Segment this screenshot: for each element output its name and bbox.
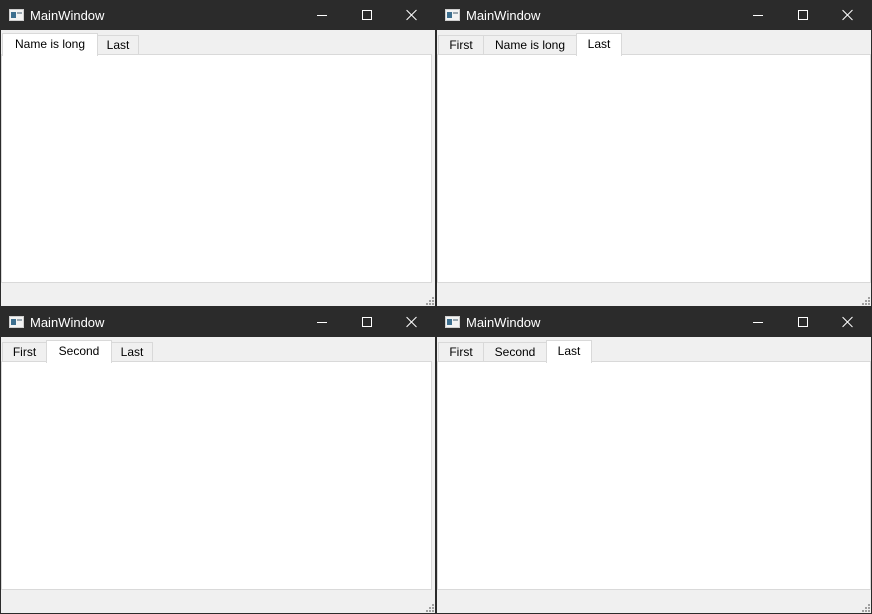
window-title: MainWindow	[30, 315, 105, 330]
tab-second[interactable]: Second	[46, 340, 112, 363]
close-icon	[406, 316, 418, 328]
client-area: First Second Last	[437, 337, 871, 613]
window-title: MainWindow	[30, 8, 105, 23]
app-window-icon	[445, 9, 460, 21]
tab-second[interactable]: Second	[483, 342, 547, 362]
tab-first[interactable]: First	[438, 342, 484, 362]
title-bar[interactable]: MainWindow	[436, 307, 872, 337]
tab-content-pane	[437, 361, 871, 590]
client-area: Name is long Last	[1, 30, 435, 306]
maximize-icon	[362, 317, 372, 327]
app-window-icon	[445, 316, 460, 328]
maximize-icon	[798, 317, 808, 327]
tab-last[interactable]: Last	[576, 33, 622, 56]
minimize-icon	[317, 322, 327, 323]
close-button[interactable]	[826, 0, 872, 30]
tab-content-pane	[1, 361, 432, 590]
minimize-icon	[317, 15, 327, 16]
tab-bar: First Second Last	[2, 340, 435, 363]
window-title: MainWindow	[466, 8, 541, 23]
title-bar[interactable]: MainWindow	[0, 307, 436, 337]
tab-bar: First Second Last	[438, 340, 871, 363]
tab-content-pane	[437, 54, 871, 283]
tab-last[interactable]: Last	[97, 35, 139, 55]
close-button[interactable]	[390, 0, 436, 30]
main-window-bottom-right: MainWindow First Second Last	[436, 307, 872, 614]
status-bar	[1, 591, 435, 613]
client-area: First Name is long Last	[437, 30, 871, 306]
tab-first[interactable]: First	[438, 35, 484, 55]
maximize-button[interactable]	[781, 307, 827, 337]
minimize-button[interactable]	[736, 0, 782, 30]
minimize-button[interactable]	[300, 0, 346, 30]
size-grip[interactable]	[424, 602, 434, 612]
size-grip[interactable]	[860, 295, 870, 305]
size-grip[interactable]	[860, 602, 870, 612]
close-button[interactable]	[390, 307, 436, 337]
client-area: First Second Last	[1, 337, 435, 613]
close-icon	[842, 316, 854, 328]
minimize-icon	[753, 322, 763, 323]
tab-content-pane	[1, 54, 432, 283]
maximize-icon	[798, 10, 808, 20]
close-icon	[842, 9, 854, 21]
size-grip[interactable]	[424, 295, 434, 305]
tab-bar: Name is long Last	[2, 33, 435, 56]
minimize-icon	[753, 15, 763, 16]
main-window-bottom-left: MainWindow First Second Last	[0, 307, 436, 614]
status-bar	[437, 284, 871, 306]
tab-first[interactable]: First	[2, 342, 47, 362]
tab-bar: First Name is long Last	[438, 33, 871, 56]
close-button[interactable]	[826, 307, 872, 337]
maximize-button[interactable]	[345, 307, 391, 337]
tab-name-is-long[interactable]: Name is long	[483, 35, 577, 55]
title-bar[interactable]: MainWindow	[436, 0, 872, 30]
tab-last[interactable]: Last	[546, 340, 592, 363]
title-bar[interactable]: MainWindow	[0, 0, 436, 30]
main-window-top-left: MainWindow Name is long Last	[0, 0, 436, 307]
minimize-button[interactable]	[736, 307, 782, 337]
window-title: MainWindow	[466, 315, 541, 330]
minimize-button[interactable]	[300, 307, 346, 337]
tab-last[interactable]: Last	[111, 342, 153, 362]
status-bar	[1, 284, 435, 306]
main-window-top-right: MainWindow First Name is long Last	[436, 0, 872, 307]
maximize-button[interactable]	[781, 0, 827, 30]
close-icon	[406, 9, 418, 21]
maximize-button[interactable]	[345, 0, 391, 30]
app-window-icon	[9, 9, 24, 21]
maximize-icon	[362, 10, 372, 20]
app-window-icon	[9, 316, 24, 328]
status-bar	[437, 591, 871, 613]
tab-name-is-long[interactable]: Name is long	[2, 33, 98, 56]
